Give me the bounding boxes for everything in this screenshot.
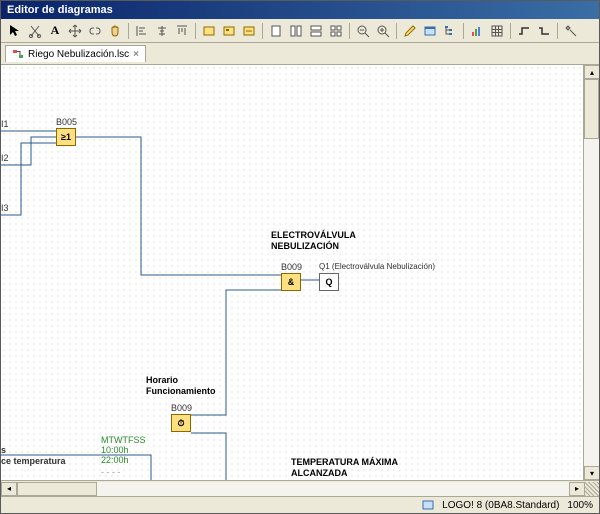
grid-button[interactable] (487, 21, 507, 41)
pointer-tool-button[interactable] (5, 21, 25, 41)
window-button[interactable] (420, 21, 440, 41)
edge-label-temp: ce temperatura (1, 456, 66, 466)
separator (463, 23, 464, 39)
chart-button[interactable] (467, 21, 487, 41)
header-electro-2: NEBULIZACIÓN (271, 241, 339, 251)
tools-button[interactable] (561, 21, 581, 41)
diagram-icon (12, 48, 24, 60)
block-b009-timer[interactable]: ⏱ (171, 414, 191, 432)
align-left-button[interactable] (132, 21, 152, 41)
status-zoom: 100% (567, 500, 593, 511)
mode-yellow-1-button[interactable] (199, 21, 219, 41)
page-4-button[interactable] (326, 21, 346, 41)
status-bar: LOGO! 8 (0BA8.Standard) 100% (1, 496, 599, 513)
vertical-scrollbar[interactable]: ▴ ▾ (583, 65, 599, 480)
tab-filename: Riego Nebulización.lsc (28, 49, 129, 60)
hand-button[interactable] (105, 21, 125, 41)
vscroll-thumb[interactable] (584, 79, 599, 139)
block-b005-label: B005 (56, 117, 77, 127)
scroll-down-button[interactable]: ▾ (584, 466, 599, 480)
step-down-button[interactable] (534, 21, 554, 41)
mode-yellow-3-button[interactable] (239, 21, 259, 41)
step-up-button[interactable] (514, 21, 534, 41)
hscroll-track[interactable] (17, 482, 569, 496)
zoom-in-button[interactable] (373, 21, 393, 41)
edge-label-i3: I3 (1, 203, 9, 213)
separator (195, 23, 196, 39)
block-q1-output[interactable]: Q (319, 273, 339, 291)
separator (396, 23, 397, 39)
edge-label-s: s (1, 445, 6, 455)
block-b009-and-label: B009 (281, 262, 302, 272)
label-horario-2: Funcionamiento (146, 386, 216, 396)
app-window: Editor de diagramas A (0, 0, 600, 514)
separator (262, 23, 263, 39)
device-icon (422, 499, 434, 511)
vscroll-track[interactable] (584, 79, 599, 466)
toolbar: A (1, 19, 599, 43)
canvas-wrapper: I1 I2 I3 B005 ≥1 ELECTROVÁLVULA NEBULIZA… (1, 65, 599, 480)
separator (128, 23, 129, 39)
block-q1-label: Q1 (Electroválvula Nebulización) (319, 262, 435, 271)
cut-button[interactable] (25, 21, 45, 41)
schedule-on: 10:00h (101, 445, 129, 455)
separator (510, 23, 511, 39)
horizontal-scrollbar[interactable]: ◂ ▸ (1, 480, 599, 496)
schedule-off: 22:00h (101, 455, 129, 465)
scroll-right-button[interactable]: ▸ (569, 482, 585, 496)
header-temp-1: TEMPERATURA MÁXIMA (291, 457, 398, 467)
move-button[interactable] (65, 21, 85, 41)
schedule-days: MTWTFSS (101, 435, 146, 445)
page-1-button[interactable] (266, 21, 286, 41)
status-device: LOGO! 8 (0BA8.Standard) (442, 500, 559, 511)
schedule-sep-2: - - - - (101, 475, 121, 480)
page-2-button[interactable] (286, 21, 306, 41)
scroll-up-button[interactable]: ▴ (584, 65, 599, 79)
window-title: Editor de diagramas (7, 4, 113, 16)
edge-label-i1: I1 (1, 119, 9, 129)
text-button[interactable]: A (45, 21, 65, 41)
header-temp-2: ALCANZADA (291, 468, 348, 478)
tree-button[interactable] (440, 21, 460, 41)
diagram-canvas[interactable]: I1 I2 I3 B005 ≥1 ELECTROVÁLVULA NEBULIZA… (1, 65, 599, 480)
pencil-button[interactable] (400, 21, 420, 41)
tab-close-button[interactable]: × (133, 49, 139, 60)
file-tab[interactable]: Riego Nebulización.lsc × (5, 45, 146, 62)
align-center-button[interactable] (152, 21, 172, 41)
tab-bar: Riego Nebulización.lsc × (1, 43, 599, 65)
page-3-button[interactable] (306, 21, 326, 41)
zoom-out-button[interactable] (353, 21, 373, 41)
align-top-button[interactable] (172, 21, 192, 41)
mode-yellow-2-button[interactable] (219, 21, 239, 41)
title-bar: Editor de diagramas (1, 1, 599, 19)
scroll-corner (585, 482, 599, 496)
hscroll-thumb[interactable] (17, 482, 97, 496)
block-b005-or[interactable]: ≥1 (56, 128, 76, 146)
block-b009-timer-label: B009 (171, 403, 192, 413)
header-electro-1: ELECTROVÁLVULA (271, 230, 356, 240)
block-b009-and[interactable]: & (281, 273, 301, 291)
link-button[interactable] (85, 21, 105, 41)
edge-label-i2: I2 (1, 153, 9, 163)
scroll-left-button[interactable]: ◂ (1, 482, 17, 496)
separator (349, 23, 350, 39)
label-horario-1: Horario (146, 375, 178, 385)
separator (557, 23, 558, 39)
